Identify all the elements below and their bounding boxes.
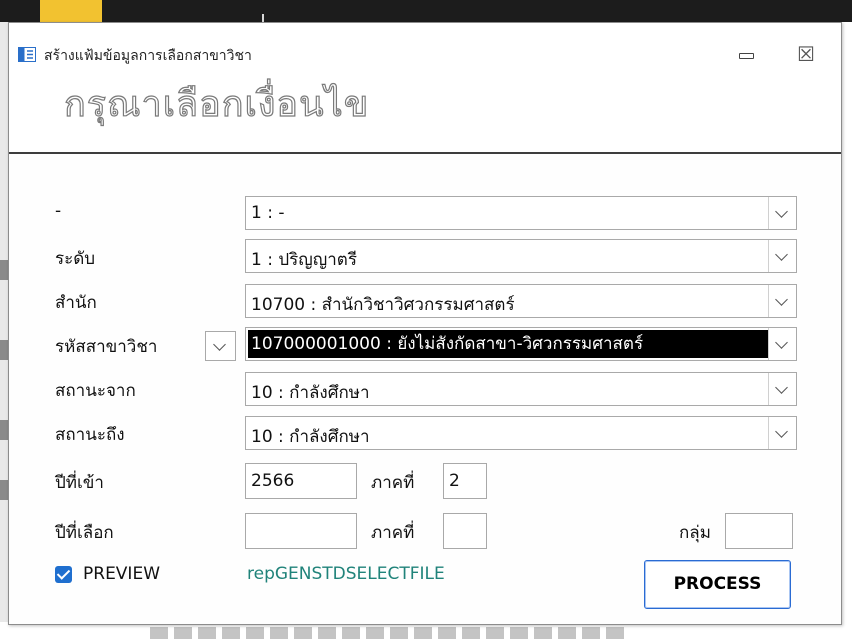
status-from-label: สถานะจาก xyxy=(55,381,136,401)
page-heading: กรุณาเลือกเงื่อนไข xyxy=(63,83,370,125)
background-mark xyxy=(0,480,8,500)
office-value: 10700 : สำนักวิชาวิศวกรรมศาสตร์ xyxy=(251,295,515,315)
minimize-button[interactable] xyxy=(725,39,765,69)
background-left-strip xyxy=(0,22,8,622)
chevron-down-icon xyxy=(213,338,226,351)
major-code-filter-dropdown[interactable] xyxy=(205,331,236,361)
title-bar: สร้างแฟ้มข้อมูลการเลือกสาขาวิชา ☒ xyxy=(9,23,841,75)
field1-label: - xyxy=(55,201,62,221)
chevron-down-icon xyxy=(775,205,788,218)
chevron-down-icon xyxy=(775,248,788,261)
report-name: repGENSTDSELECTFILE xyxy=(247,564,445,584)
chevron-down-icon xyxy=(775,381,788,394)
select-major-dialog: สร้างแฟ้มข้อมูลการเลือกสาขาวิชา ☒ กรุณาเ… xyxy=(8,22,842,625)
chevron-down-icon xyxy=(775,336,788,349)
field1-dropdown-button[interactable] xyxy=(768,197,796,229)
process-button[interactable]: PROCESS xyxy=(644,560,791,609)
preview-label: PREVIEW xyxy=(83,564,160,584)
status-to-combo[interactable]: 10 : กำลังศึกษา xyxy=(245,416,797,450)
window-title: สร้างแฟ้มข้อมูลการเลือกสาขาวิชา xyxy=(44,48,252,64)
office-label: สำนัก xyxy=(55,293,97,313)
status-to-label: สถานะถึง xyxy=(55,425,125,445)
close-icon: ☒ xyxy=(797,42,815,66)
background-tab xyxy=(40,0,102,22)
field1-combo[interactable]: 1 : - xyxy=(245,196,797,230)
select-year-label: ปีที่เลือก xyxy=(55,523,114,543)
group-label: กลุ่ม xyxy=(679,523,711,543)
minimize-icon xyxy=(739,53,754,59)
entry-term-label: ภาคที่ xyxy=(371,473,415,493)
background-mark xyxy=(0,260,8,280)
entry-year-input[interactable]: 2566 xyxy=(245,463,357,499)
level-dropdown-button[interactable] xyxy=(768,240,796,272)
group-input[interactable] xyxy=(725,513,793,549)
level-value: 1 : ปริญญาตรี xyxy=(251,250,357,270)
level-combo[interactable]: 1 : ปริญญาตรี xyxy=(245,239,797,273)
checkbox-checked-icon xyxy=(56,566,71,580)
major-code-dropdown-button[interactable] xyxy=(768,328,796,360)
background-mark xyxy=(0,340,8,360)
entry-year-label: ปีที่เข้า xyxy=(55,473,104,493)
form-icon xyxy=(18,47,36,62)
field1-value: 1 : - xyxy=(251,203,285,223)
chevron-down-icon xyxy=(775,293,788,306)
background-divider xyxy=(262,14,264,22)
select-year-input[interactable] xyxy=(245,513,357,549)
office-dropdown-button[interactable] xyxy=(768,285,796,317)
major-code-value: 107000001000 : ยังไม่สังกัดสาขา-วิศวกรรม… xyxy=(248,330,768,358)
background-bottom-strip xyxy=(0,623,852,642)
select-term-label: ภาคที่ xyxy=(371,523,415,543)
background-mark xyxy=(0,420,8,440)
major-code-combo[interactable]: 107000001000 : ยังไม่สังกัดสาขา-วิศวกรรม… xyxy=(245,327,797,361)
level-label: ระดับ xyxy=(55,249,96,269)
office-combo[interactable]: 10700 : สำนักวิชาวิศวกรรมศาสตร์ xyxy=(245,284,797,318)
preview-checkbox[interactable] xyxy=(55,566,72,583)
status-from-combo[interactable]: 10 : กำลังศึกษา xyxy=(245,372,797,406)
background-text xyxy=(150,627,630,639)
chevron-down-icon xyxy=(775,425,788,438)
major-code-label: รหัสสาขาวิชา xyxy=(55,337,158,357)
status-from-value: 10 : กำลังศึกษา xyxy=(251,383,370,403)
entry-term-input[interactable]: 2 xyxy=(443,463,487,499)
status-to-value: 10 : กำลังศึกษา xyxy=(251,427,370,447)
status-to-dropdown-button[interactable] xyxy=(768,417,796,449)
status-from-dropdown-button[interactable] xyxy=(768,373,796,405)
select-term-input[interactable] xyxy=(443,513,487,549)
background-top-strip xyxy=(0,0,852,22)
close-button[interactable]: ☒ xyxy=(786,39,826,69)
